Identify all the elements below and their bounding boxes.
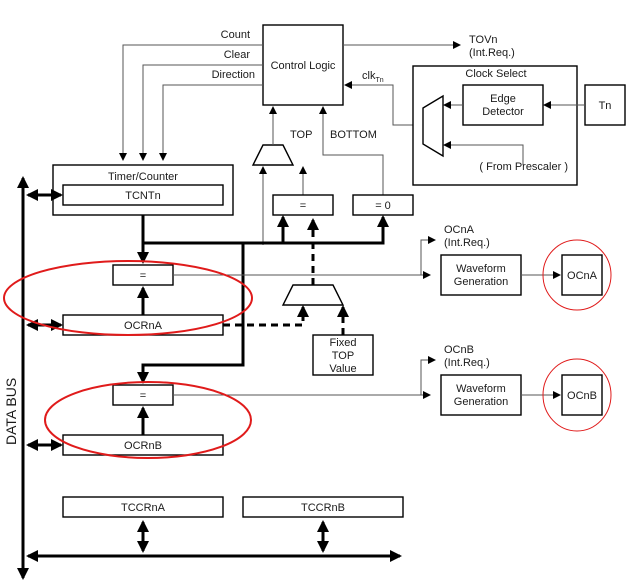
tn-label: Tn — [599, 100, 612, 112]
clock-select-label: Clock Select — [465, 68, 526, 80]
bottom-label: BOTTOM — [330, 129, 377, 141]
count-label: Count — [221, 29, 250, 41]
control-signal-lines: Count Clear Direction — [119, 29, 263, 161]
ocna-pin-label: OCnA — [567, 270, 598, 282]
tov-label: TOVn — [469, 34, 498, 46]
from-prescaler-label: ( From Prescaler ) — [479, 161, 568, 173]
clock-select-block: Clock Select Edge Detector ( From Presca… — [412, 65, 578, 186]
clear-label: Clear — [224, 49, 251, 61]
top-label: TOP — [290, 129, 312, 141]
compare-b-block: = — [112, 384, 174, 435]
waveform-a-label-2: Generation — [454, 276, 508, 288]
fixed-top-label-3: Value — [329, 363, 356, 375]
compare-top-label: = — [300, 200, 306, 212]
ocnb-pin: OCnB — [561, 374, 603, 416]
waveform-b-label-2: Generation — [454, 396, 508, 408]
ocra-label: OCRnA — [124, 320, 163, 332]
ocnb-pin-label: OCnB — [567, 390, 597, 402]
ocna-int-label: OCnA — [444, 224, 475, 236]
waveform-b-label-1: Waveform — [456, 383, 506, 395]
data-bus-label: DATA BUS — [3, 378, 19, 445]
control-logic-label: Control Logic — [271, 60, 336, 72]
waveform-a-label-1: Waveform — [456, 263, 506, 275]
count-line — [119, 44, 263, 161]
timer-block-diagram: Control Logic Count Clear Direction TOVn… — [3, 24, 626, 580]
tccra-register: TCCRnA — [62, 496, 224, 553]
tccra-label: TCCRnA — [121, 502, 166, 514]
bottom-signal: BOTTOM — [319, 106, 384, 195]
ocna-intreq-label: (Int.Req.) — [444, 237, 490, 249]
fixed-top-label-1: Fixed — [330, 337, 357, 349]
edge-detector-block — [462, 84, 544, 126]
waveform-a-block: Waveform Generation — [440, 254, 561, 296]
tccrb-register: TCCRnB — [242, 496, 404, 553]
tov-output: TOVn (Int.Req.) — [343, 34, 515, 59]
tccrb-label: TCCRnB — [301, 502, 345, 514]
edge-detector-label-1: Edge — [490, 93, 516, 105]
clk-line: clkTn — [344, 70, 423, 126]
compare-a-label: = — [140, 270, 146, 282]
ocrb-register: OCRnB — [62, 434, 224, 456]
ocnb-intreq-label: (Int.Req.) — [444, 357, 490, 369]
compare-zero-block: = 0 — [352, 194, 414, 216]
compare-a-block: = — [112, 264, 174, 315]
timer-counter-label: Timer/Counter — [108, 171, 178, 183]
control-logic-block: Control Logic — [262, 24, 344, 106]
direction-label: Direction — [212, 69, 255, 81]
waveform-b-block: Waveform Generation — [440, 374, 561, 416]
compare-zero-label: = 0 — [375, 200, 391, 212]
tov-intreq-label: (Int.Req.) — [469, 47, 515, 59]
data-bus: DATA BUS — [3, 176, 402, 580]
tcnt-label: TCNTn — [125, 190, 160, 202]
ocra-register: OCRnA — [62, 314, 224, 336]
direction-line — [159, 84, 263, 161]
clk-label: clkTn — [362, 70, 384, 84]
fixed-top-label-2: TOP — [332, 350, 354, 362]
edge-detector-label-2: Detector — [482, 106, 524, 118]
ocna-pin: OCnA — [561, 254, 603, 296]
ocrb-label: OCRnB — [124, 440, 162, 452]
ocnb-int-label: OCnB — [444, 344, 474, 356]
compare-b-label: = — [140, 390, 146, 402]
fixed-top-block: Fixed TOP Value — [312, 334, 374, 376]
fixed-top-mux — [281, 218, 349, 335]
compare-top-block: = — [272, 194, 334, 216]
timer-counter-block: Timer/Counter TCNTn — [52, 164, 234, 216]
